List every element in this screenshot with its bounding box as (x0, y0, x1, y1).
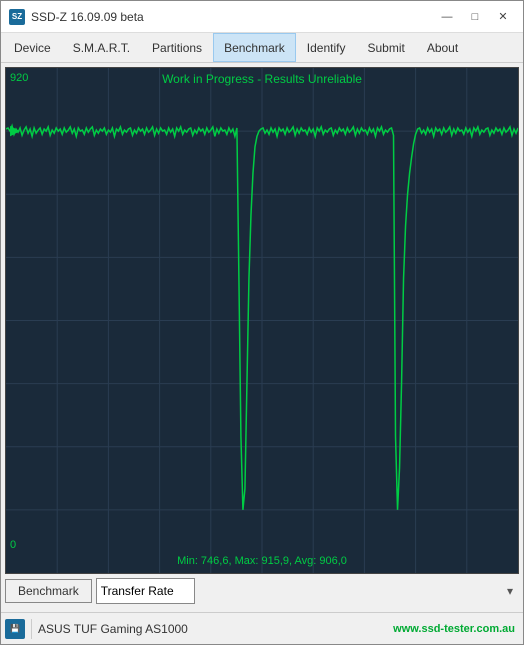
menu-item-benchmark[interactable]: Benchmark (213, 33, 296, 62)
status-divider (31, 619, 32, 639)
chart-container: 920 Work in Progress - Results Unreliabl… (5, 67, 519, 574)
chart-svg (6, 68, 518, 573)
status-bar: 💾 ASUS TUF Gaming AS1000 www.ssd-tester.… (1, 612, 523, 644)
status-url: www.ssd-tester.com.au (393, 623, 515, 635)
bottom-controls: Benchmark Transfer Rate IOPS Latency (5, 574, 519, 608)
transfer-rate-select[interactable]: Transfer Rate IOPS Latency (96, 578, 195, 604)
menu-item-device[interactable]: Device (3, 33, 62, 62)
menu-item-identify[interactable]: Identify (296, 33, 357, 62)
chart-header: Work in Progress - Results Unreliable (6, 68, 518, 90)
main-content: 920 Work in Progress - Results Unreliabl… (1, 63, 523, 612)
title-bar-left: SZ SSD-Z 16.09.09 beta (9, 9, 144, 25)
status-device-name: ASUS TUF Gaming AS1000 (38, 622, 387, 636)
close-button[interactable]: ✕ (491, 8, 515, 26)
benchmark-button[interactable]: Benchmark (5, 579, 92, 603)
window-title: SSD-Z 16.09.09 beta (31, 10, 144, 24)
menu-item-smart[interactable]: S.M.A.R.T. (62, 33, 141, 62)
app-icon: SZ (9, 9, 25, 25)
maximize-button[interactable]: □ (463, 8, 487, 26)
menu-bar: Device S.M.A.R.T. Partitions Benchmark I… (1, 33, 523, 63)
menu-item-partitions[interactable]: Partitions (141, 33, 213, 62)
minimize-button[interactable]: — (435, 8, 459, 26)
transfer-select-wrapper: Transfer Rate IOPS Latency (96, 578, 519, 604)
title-bar: SZ SSD-Z 16.09.09 beta — □ ✕ (1, 1, 523, 33)
window-controls: — □ ✕ (435, 8, 515, 26)
main-window: SZ SSD-Z 16.09.09 beta — □ ✕ Device S.M.… (0, 0, 524, 645)
status-device-icon: 💾 (5, 619, 25, 639)
chart-stats: Min: 746,6, Max: 915,9, Avg: 906,0 (6, 553, 518, 569)
menu-item-submit[interactable]: Submit (356, 33, 415, 62)
menu-item-about[interactable]: About (416, 33, 469, 62)
